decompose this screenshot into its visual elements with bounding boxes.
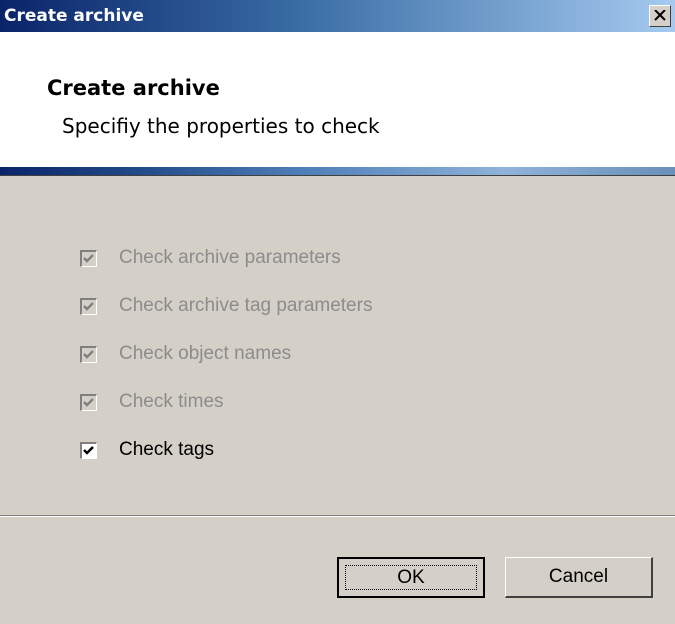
header-divider-band	[0, 167, 675, 175]
option-check-archive-tag-parameters[interactable]: Check archive tag parameters	[80, 294, 372, 318]
close-button[interactable]	[649, 5, 671, 27]
footer-divider-highlight	[0, 516, 675, 517]
checkbox[interactable]	[80, 441, 97, 459]
checkbox[interactable]	[80, 393, 97, 411]
header-subtitle: Specifiy the properties to check	[62, 114, 380, 138]
checkmark-icon	[83, 397, 94, 407]
option-check-object-names[interactable]: Check object names	[80, 342, 291, 366]
checkbox[interactable]	[80, 297, 97, 315]
checkbox[interactable]	[80, 249, 97, 267]
option-label: Check tags	[119, 439, 215, 460]
focus-ring	[345, 565, 477, 590]
option-check-archive-parameters[interactable]: Check archive parameters	[80, 246, 341, 270]
window-title: Create archive	[4, 6, 144, 26]
wizard-header: Create archive Specifiy the properties t…	[0, 32, 675, 167]
option-check-times[interactable]: Check times	[80, 390, 224, 414]
create-archive-dialog: Create archive Create archive Specifiy t…	[0, 0, 675, 624]
header-title: Create archive	[47, 76, 220, 100]
option-check-tags[interactable]: Check tags	[80, 438, 214, 462]
checkmark-icon	[83, 445, 94, 455]
cancel-button-label: Cancel	[548, 566, 609, 587]
ok-button[interactable]: OK	[337, 557, 485, 598]
option-label: Check archive parameters	[119, 247, 341, 268]
cancel-button[interactable]: Cancel	[505, 557, 653, 598]
checkmark-icon	[83, 253, 94, 263]
options-group: Check archive parameters Check archive t…	[0, 176, 675, 506]
checkbox[interactable]	[80, 345, 97, 363]
option-label: Check archive tag parameters	[119, 295, 373, 316]
checkmark-icon	[83, 301, 94, 311]
checkmark-icon	[83, 349, 94, 359]
title-bar[interactable]: Create archive	[0, 0, 675, 32]
option-label: Check times	[119, 391, 224, 412]
option-label: Check object names	[119, 343, 292, 364]
close-icon	[654, 10, 666, 21]
